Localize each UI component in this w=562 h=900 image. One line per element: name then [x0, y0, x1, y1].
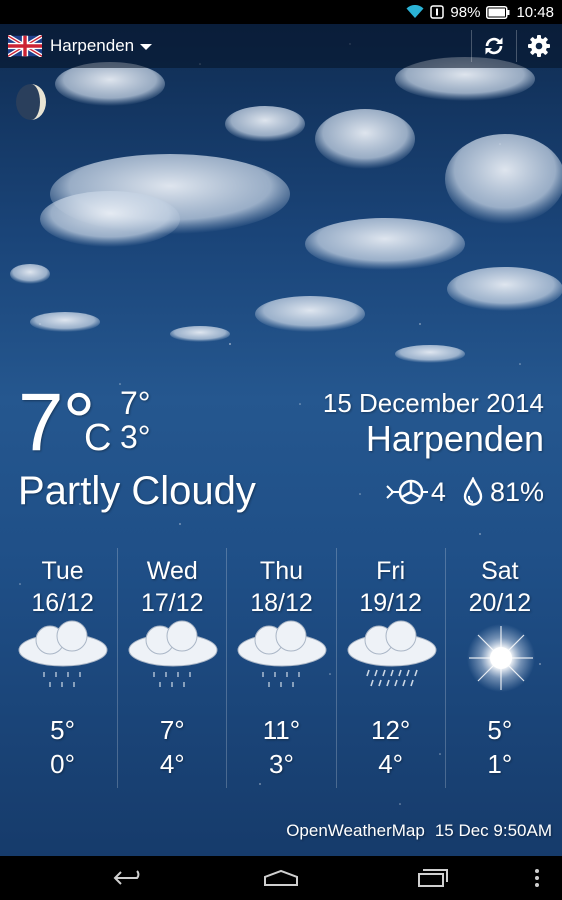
- home-button[interactable]: [241, 856, 321, 900]
- humidity-icon: [462, 477, 484, 507]
- provider-label[interactable]: OpenWeatherMap: [286, 820, 425, 842]
- forecast-high: 5°: [50, 715, 76, 745]
- status-bar: 98% 10:48: [0, 0, 562, 24]
- recent-apps-button[interactable]: [393, 856, 473, 900]
- temperature-unit: C: [84, 417, 112, 459]
- wifi-icon: [406, 5, 424, 19]
- overflow-menu-button[interactable]: [515, 856, 559, 900]
- forecast-date: 20/12: [468, 589, 532, 617]
- rain-cloud-icon: [347, 620, 437, 687]
- light-rain-cloud-icon: [18, 620, 108, 687]
- current-condition: Partly Cloudy: [18, 469, 256, 513]
- forecast-date: 18/12: [250, 589, 313, 617]
- light-rain-cloud-icon: [128, 620, 218, 687]
- forecast-date: 19/12: [359, 589, 422, 617]
- last-updated: 15 Dec 9:50AM: [434, 821, 552, 840]
- location-label: Harpenden: [50, 36, 135, 55]
- current-temperature: 7°: [18, 377, 95, 468]
- current-city: Harpenden: [365, 418, 544, 459]
- battery-percent: 98%: [450, 3, 481, 21]
- back-button[interactable]: [89, 856, 169, 900]
- battery-icon: [486, 5, 510, 19]
- overflow-menu-icon: [535, 869, 539, 887]
- moon-icon: [16, 84, 46, 120]
- forecast-weekday: Fri: [376, 557, 406, 585]
- current-conditions: 7° C 7° 3° Partly Cloudy 15 December 201…: [0, 380, 562, 520]
- clock: 10:48: [516, 3, 554, 21]
- current-date: 15 December 2014: [322, 388, 544, 418]
- forecast-day[interactable]: Wed 17/12 7° 4°: [117, 548, 226, 788]
- back-icon: [113, 870, 140, 885]
- wind-speed: 4: [430, 477, 446, 507]
- home-icon: [264, 869, 298, 886]
- notification-icon: [430, 5, 445, 19]
- light-rain-cloud-icon: [237, 620, 327, 687]
- refresh-button[interactable]: [472, 24, 516, 68]
- humidity-value: 81%: [489, 477, 544, 507]
- navigation-bar: [0, 856, 562, 900]
- recent-apps-icon: [418, 869, 448, 887]
- forecast-date: 16/12: [31, 589, 94, 617]
- forecast-strip: Tue 16/12 5° 0° Wed 17/12 7° 4° Thu 18/1…: [8, 548, 554, 788]
- forecast-day[interactable]: Tue 16/12 5° 0°: [8, 548, 117, 788]
- wind-icon: [385, 477, 429, 507]
- refresh-icon: [485, 37, 503, 55]
- forecast-high: 11°: [262, 715, 301, 745]
- uk-flag-icon: [8, 35, 42, 57]
- forecast-day[interactable]: Sat 20/12 5° 1°: [444, 548, 554, 788]
- forecast-high: 5°: [487, 715, 513, 745]
- forecast-low: 1°: [487, 749, 513, 779]
- action-bar: Harpenden: [0, 24, 562, 68]
- forecast-day[interactable]: Fri 19/12 12° 4°: [335, 548, 445, 788]
- forecast-high: 12°: [370, 715, 411, 745]
- forecast-low: 3°: [269, 749, 294, 779]
- forecast-low: 4°: [378, 749, 404, 779]
- sun-icon: [466, 624, 535, 692]
- settings-icon: [528, 35, 550, 57]
- forecast-date: 17/12: [141, 589, 204, 617]
- location-spinner[interactable]: Harpenden: [50, 24, 153, 68]
- today-low: 3°: [120, 419, 151, 455]
- forecast-low: 4°: [159, 749, 185, 779]
- current-stats: 4 81%: [385, 476, 544, 508]
- data-source-footer: OpenWeatherMap 15 Dec 9:50AM: [286, 820, 552, 842]
- forecast-high: 7°: [159, 715, 185, 745]
- forecast-weekday: Sat: [481, 557, 519, 585]
- forecast-low: 0°: [50, 749, 76, 779]
- dropdown-arrow-icon: [140, 44, 153, 50]
- forecast-day[interactable]: Thu 18/12 11° 3°: [226, 548, 335, 788]
- forecast-weekday: Thu: [259, 557, 304, 585]
- forecast-weekday: Wed: [146, 557, 198, 585]
- today-high: 7°: [120, 385, 151, 421]
- forecast-weekday: Tue: [41, 557, 84, 585]
- settings-button[interactable]: [517, 24, 561, 68]
